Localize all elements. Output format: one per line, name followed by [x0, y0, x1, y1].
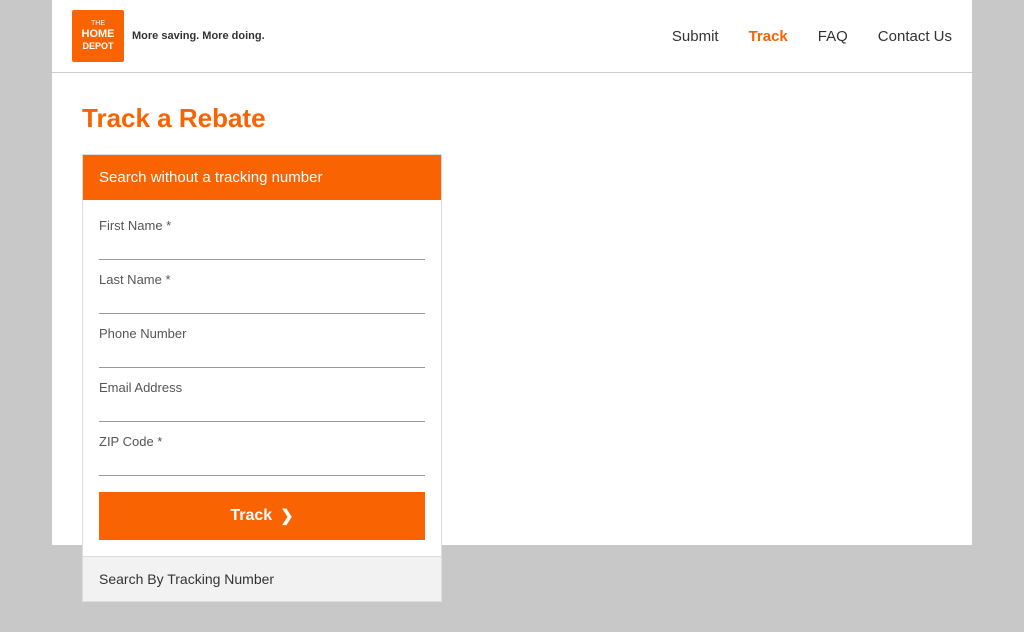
- zip-code-label: ZIP Code *: [99, 434, 425, 449]
- phone-number-label: Phone Number: [99, 326, 425, 341]
- email-address-field: Email Address: [99, 372, 425, 422]
- last-name-field: Last Name *: [99, 264, 425, 314]
- nav: Submit Track FAQ Contact Us: [672, 28, 952, 45]
- email-address-label: Email Address: [99, 380, 425, 395]
- zip-code-input[interactable]: [99, 451, 425, 471]
- last-name-input[interactable]: [99, 289, 425, 309]
- page-title: Track a Rebate: [82, 103, 942, 134]
- last-name-label: Last Name *: [99, 272, 425, 287]
- track-button[interactable]: Track ❯: [99, 492, 425, 540]
- logo-the: THE: [91, 20, 105, 28]
- form-body: First Name * Last Name * Phone Number Em…: [83, 200, 441, 556]
- tagline-text: More saving. More doing.: [132, 30, 265, 42]
- search-by-tracking[interactable]: Search By Tracking Number: [83, 556, 441, 601]
- form-card: Search without a tracking number First N…: [82, 154, 442, 602]
- form-card-header: Search without a tracking number: [83, 155, 441, 200]
- main-content: Track a Rebate Search without a tracking…: [52, 73, 972, 632]
- email-address-input[interactable]: [99, 397, 425, 417]
- first-name-input[interactable]: [99, 235, 425, 255]
- logo-container: THE HOME DEPOT More saving. More doing.: [72, 10, 265, 62]
- logo-home: HOME: [82, 28, 115, 41]
- first-name-field: First Name *: [99, 210, 425, 260]
- logo-depot: DEPOT: [82, 41, 113, 52]
- phone-number-field: Phone Number: [99, 318, 425, 368]
- first-name-label: First Name *: [99, 218, 425, 233]
- zip-code-field: ZIP Code *: [99, 426, 425, 476]
- chevron-right-icon: ❯: [280, 506, 293, 526]
- nav-submit[interactable]: Submit: [672, 28, 719, 45]
- logo-icon: THE HOME DEPOT: [72, 10, 124, 62]
- logo-tagline: More saving. More doing.: [132, 30, 265, 42]
- header: THE HOME DEPOT More saving. More doing. …: [52, 0, 972, 73]
- phone-number-input[interactable]: [99, 343, 425, 363]
- nav-faq[interactable]: FAQ: [818, 28, 848, 45]
- nav-contact-us[interactable]: Contact Us: [878, 28, 952, 45]
- track-button-label: Track: [230, 507, 272, 525]
- nav-track[interactable]: Track: [749, 28, 788, 45]
